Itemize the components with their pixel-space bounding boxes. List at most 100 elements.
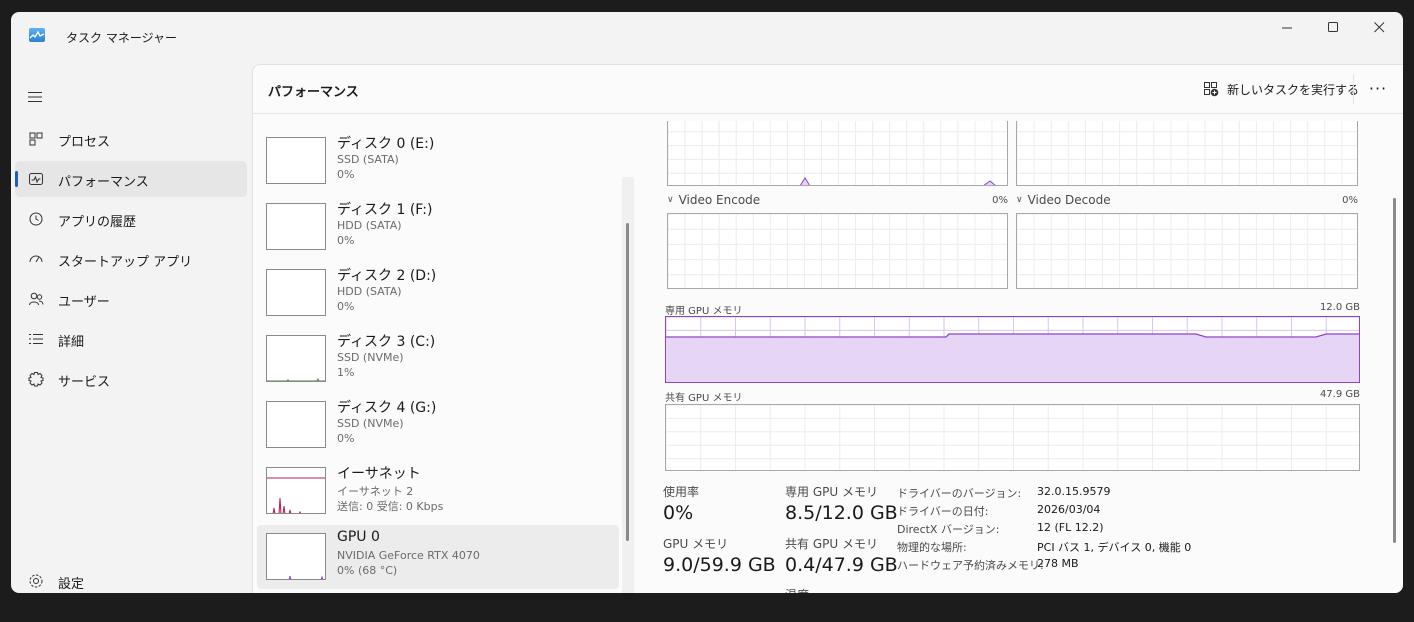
resource-subtitle: HDD (SATA) xyxy=(337,219,402,232)
page-title: パフォーマンス xyxy=(268,85,359,100)
resource-title: ディスク 3 (C:) xyxy=(337,334,436,350)
window-title: タスク マネージャー xyxy=(66,31,177,45)
nav-item-label: 詳細 xyxy=(58,335,85,350)
video-decode-graph xyxy=(1016,213,1358,289)
nav-item-label: アプリの履歴 xyxy=(58,215,137,230)
hamburger-menu-button[interactable] xyxy=(27,88,43,102)
shared-memory-stat-value: 0.4/47.9 GB xyxy=(785,554,898,576)
navigation-pane: プロセス パフォーマンス アプリの履歴 スタートアップ アプリ ユーザー 詳細 … xyxy=(11,64,251,593)
shared-memory-stat-label: 共有 GPU メモリ xyxy=(785,537,878,551)
info-key: ドライバーのバージョン: xyxy=(897,487,1022,500)
temperature-label: 温度 xyxy=(785,586,809,593)
run-new-task-button[interactable]: 新しいタスクを実行する xyxy=(1203,79,1359,99)
nav-item-services[interactable]: サービス xyxy=(15,361,247,397)
resource-card-disk-1[interactable]: ディスク 1 (F:) HDD (SATA) 0% xyxy=(257,195,619,259)
nav-item-label: パフォーマンス xyxy=(58,175,149,190)
resource-card-disk-2[interactable]: ディスク 2 (D:) HDD (SATA) 0% xyxy=(257,261,619,325)
nav-item-label: ユーザー xyxy=(58,295,110,310)
shared-memory-graph xyxy=(665,404,1360,471)
nav-item-label: サービス xyxy=(58,375,111,390)
dedicated-memory-graph xyxy=(665,316,1360,383)
dedicated-memory-stat-label: 専用 GPU メモリ xyxy=(785,485,878,499)
engine-graph-3d xyxy=(667,121,1008,186)
nav-item-settings[interactable]: 設定 xyxy=(15,563,247,593)
engine-pct: 0% xyxy=(992,195,1008,206)
resource-value: 0% (68 °C) xyxy=(337,564,398,577)
details-icon xyxy=(27,330,45,348)
usage-label: 使用率 xyxy=(663,485,700,499)
info-value: 278 MB xyxy=(1037,557,1079,570)
shared-memory-label: 共有 GPU メモリ xyxy=(665,393,743,404)
run-new-task-label: 新しいタスクを実行する xyxy=(1227,82,1360,97)
resource-title: ディスク 4 (G:) xyxy=(337,400,437,416)
info-key: ドライバーの日付: xyxy=(897,505,989,518)
info-value: 12 (FL 12.2) xyxy=(1037,521,1104,534)
resource-card-disk-0[interactable]: ディスク 0 (E:) SSD (SATA) 0% xyxy=(257,129,619,193)
close-icon xyxy=(1373,21,1384,32)
chevron-down-icon: ∨ xyxy=(1016,195,1023,205)
engine-graph-copy xyxy=(1016,121,1358,186)
minimize-button[interactable] xyxy=(1264,12,1310,42)
performance-icon xyxy=(27,170,45,188)
maximize-icon xyxy=(1327,21,1338,32)
engine-label-video-encode[interactable]: ∨ Video Encode xyxy=(667,193,760,207)
gpu-detail-pane: ∨ Video Encode 0% ∨ Video Decode 0% 専用 G… xyxy=(655,121,1383,593)
nav-item-users[interactable]: ユーザー xyxy=(15,281,247,317)
users-icon xyxy=(27,290,45,308)
resource-value: 送信: 0 受信: 0 Kbps xyxy=(337,500,444,513)
resource-subtitle: NVIDIA GeForce RTX 4070 xyxy=(337,549,480,562)
resource-subtitle: SSD (SATA) xyxy=(337,153,399,166)
info-key: DirectX バージョン: xyxy=(897,523,1000,536)
new-task-icon xyxy=(1204,82,1219,97)
resource-thumbnail xyxy=(266,533,326,580)
startup-icon xyxy=(27,250,45,268)
history-icon xyxy=(27,210,45,228)
header-separator xyxy=(1353,74,1354,104)
resource-title: イーサネット xyxy=(337,466,421,482)
content-header: パフォーマンス 新しいタスクを実行する ··· xyxy=(253,65,1403,114)
title-bar: タスク マネージャー xyxy=(11,12,1403,60)
nav-item-label: プロセス xyxy=(58,135,111,150)
resource-value: 0% xyxy=(337,234,355,247)
video-encode-graph xyxy=(667,213,1008,289)
resource-list: ディスク 0 (E:) SSD (SATA) 0% ディスク 1 (F:) HD… xyxy=(253,121,635,593)
engine-name: Video Decode xyxy=(1027,193,1111,207)
detail-scrollbar[interactable] xyxy=(1393,198,1396,543)
close-button[interactable] xyxy=(1356,12,1402,42)
resource-card-disk-3[interactable]: ディスク 3 (C:) SSD (NVMe) 1% xyxy=(257,327,619,391)
info-key: ハードウェア予約済みメモリ: xyxy=(897,559,1044,572)
resource-list-scrollbar[interactable] xyxy=(626,223,629,541)
more-options-button[interactable]: ··· xyxy=(1368,78,1388,98)
content-area: パフォーマンス 新しいタスクを実行する ··· ディスク 0 (E:) SSD … xyxy=(252,64,1403,593)
maximize-button[interactable] xyxy=(1310,12,1356,42)
resource-thumbnail xyxy=(266,467,326,514)
resource-thumbnail xyxy=(266,137,326,184)
resource-subtitle: イーサネット 2 xyxy=(337,485,414,498)
nav-item-processes[interactable]: プロセス xyxy=(15,121,247,157)
resource-title: ディスク 1 (F:) xyxy=(337,202,433,218)
processes-icon xyxy=(27,130,45,148)
nav-item-app-history[interactable]: アプリの履歴 xyxy=(15,201,247,237)
task-manager-window: タスク マネージャー プロセス パフォーマンス アプリの履歴 スタートアップ ア… xyxy=(11,12,1403,593)
info-key: 物理的な場所: xyxy=(897,541,967,554)
resource-title: GPU 0 xyxy=(337,529,380,545)
nav-item-label: スタートアップ アプリ xyxy=(58,255,193,270)
engine-pct: 0% xyxy=(1342,195,1358,206)
resource-title: ディスク 2 (D:) xyxy=(337,268,437,284)
engine-label-video-decode[interactable]: ∨ Video Decode xyxy=(1016,193,1111,207)
gpu-memory-value: 9.0/59.9 GB xyxy=(663,554,776,576)
shared-memory-max: 47.9 GB xyxy=(1319,389,1360,400)
resource-subtitle: SSD (NVMe) xyxy=(337,417,404,430)
resource-value: 0% xyxy=(337,300,355,313)
resource-value: 0% xyxy=(337,168,355,181)
resource-card-disk-4[interactable]: ディスク 4 (G:) SSD (NVMe) 0% xyxy=(257,393,619,457)
nav-item-performance[interactable]: パフォーマンス xyxy=(15,161,247,197)
active-indicator xyxy=(15,171,18,187)
nav-item-details[interactable]: 詳細 xyxy=(15,321,247,357)
resource-card-ethernet[interactable]: イーサネット イーサネット 2 送信: 0 受信: 0 Kbps xyxy=(257,459,619,523)
usage-value: 0% xyxy=(663,502,694,524)
nav-item-startup-apps[interactable]: スタートアップ アプリ xyxy=(15,241,247,277)
resource-subtitle: HDD (SATA) xyxy=(337,285,402,298)
resource-thumbnail xyxy=(266,401,326,448)
resource-card-gpu-0[interactable]: GPU 0 NVIDIA GeForce RTX 4070 0% (68 °C) xyxy=(257,525,619,589)
